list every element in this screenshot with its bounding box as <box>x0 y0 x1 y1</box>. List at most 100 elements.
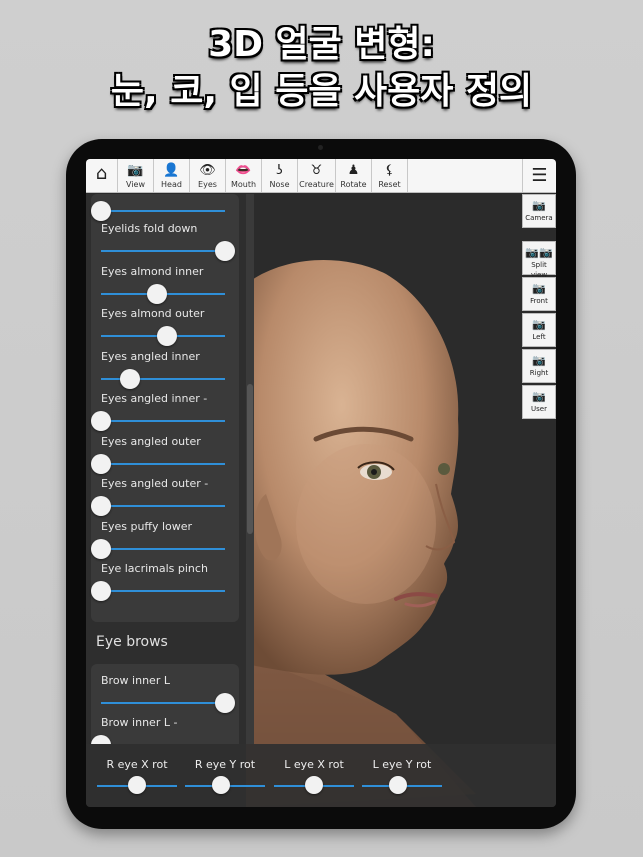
slider-track[interactable] <box>101 547 225 550</box>
reset-icon: ⚸ <box>384 163 395 178</box>
slider-label: Eyes almond outer <box>101 307 205 320</box>
home-icon: ⌂ <box>95 163 108 184</box>
slider-row[interactable]: Eyelids fold down <box>91 222 239 264</box>
slider-row[interactable]: Brow inner L - <box>91 716 239 744</box>
slider-thumb[interactable] <box>91 538 111 559</box>
slider-label: Eye lacrimals pinch <box>101 562 208 575</box>
eye-icon: 👁 <box>199 163 216 178</box>
view-button-left[interactable]: 📷 Left <box>522 313 556 347</box>
toolbar-button-view[interactable]: 📷 View <box>118 159 154 192</box>
lips-icon: 👄 <box>235 163 252 178</box>
toolbar-button-label: Nose <box>269 180 290 189</box>
slider-row[interactable]: Eyes puffy lower <box>91 520 239 562</box>
slider-thumb[interactable] <box>215 241 235 261</box>
slider-track[interactable] <box>101 210 225 212</box>
eyes-slider-card: Eyelids fold down Eyes almond inner Eyes a… <box>91 194 239 622</box>
head-model <box>246 260 476 807</box>
toolbar-button-nose[interactable]: ʖ Nose <box>262 159 298 192</box>
eye-rotation-slider[interactable]: L eye Y rot <box>359 744 445 807</box>
slider-track[interactable] <box>101 462 225 465</box>
rotate-icon: ♟ <box>347 163 360 178</box>
slider-track[interactable] <box>101 420 225 422</box>
menu-button[interactable]: ☰ <box>522 159 556 192</box>
view-button-label: Camera <box>525 214 553 222</box>
view-button-right[interactable]: 📷 Right <box>522 349 556 383</box>
toolbar-button-label: Mouth <box>230 180 257 189</box>
eyebrows-section-title: Eye brows <box>96 634 168 650</box>
eyebrows-slider-card: Brow inner L Brow inner L - <box>91 664 239 744</box>
view-button-front[interactable]: 📷 Front <box>522 277 556 311</box>
slider-thumb[interactable] <box>91 201 111 221</box>
slider-row[interactable]: Brow inner L <box>91 674 239 716</box>
eye-rotation-slider[interactable]: R eye Y rot <box>182 744 268 807</box>
toolbar-button-eyes[interactable]: 👁 Eyes <box>190 159 226 192</box>
morph-panel[interactable]: Eyelids fold down Eyes almond inner Eyes a… <box>86 194 246 744</box>
slider-thumb[interactable] <box>215 693 235 713</box>
slider-thumb[interactable] <box>156 326 177 346</box>
slider-thumb[interactable] <box>146 283 167 304</box>
slider-thumb[interactable] <box>91 453 111 474</box>
slider-row[interactable]: Eye lacrimals pinch <box>91 562 239 604</box>
panel-scrollbar[interactable] <box>246 194 254 744</box>
camera-icon: 📷 <box>532 199 546 212</box>
slider-row[interactable]: Eyes angled outer - <box>91 477 239 519</box>
eye-rotation-slider[interactable]: R eye X rot <box>94 744 180 807</box>
slider-label: Eyes puffy lower <box>101 519 193 533</box>
head-icon: 👤 <box>163 163 180 178</box>
toolbar-button-head[interactable]: 👤 Head <box>154 159 190 192</box>
slider-track[interactable] <box>101 702 225 704</box>
view-button-label: User <box>531 405 547 413</box>
view-button-split-view[interactable]: 📷📷 Split view <box>522 241 556 279</box>
split-camera-icon: 📷📷 <box>525 246 553 259</box>
slider-thumb[interactable] <box>128 776 146 794</box>
slider-thumb[interactable] <box>91 496 111 516</box>
eye-rotation-slider[interactable]: L eye X rot <box>271 744 357 807</box>
slider-label: Eyes angled outer - <box>101 477 209 490</box>
top-toolbar: ⌂ 📷 View 👤 Head 👁 Eyes 👄 Mouth ʖ Nose ♉ Creature ♟ Ro… <box>86 159 556 193</box>
home-button[interactable]: ⌂ <box>86 159 118 192</box>
slider-row[interactable]: Eyes almond inner <box>91 265 239 307</box>
slider-thumb[interactable] <box>119 368 140 389</box>
hamburger-menu-icon: ☰ <box>531 165 548 186</box>
headline-line-2: 눈, 코, 입 등을 사용자 정의 <box>110 71 533 112</box>
slider-label: R eye X rot <box>106 758 168 771</box>
view-button-camera[interactable]: 📷 Camera <box>522 194 556 228</box>
slider-track[interactable] <box>101 250 225 252</box>
view-button-label: Right <box>529 369 549 377</box>
app-screen: 📷 Camera 📷📷 Split view 📷 Front 📷 Left 📷 … <box>86 159 556 807</box>
3d-viewport[interactable] <box>246 194 556 807</box>
camera-icon: 📷 <box>532 282 546 295</box>
toolbar-button-rotate[interactable]: ♟ Rotate <box>336 159 372 192</box>
slider-label: L eye X rot <box>284 758 344 771</box>
slider-row[interactable]: Eyes angled outer <box>91 435 239 477</box>
slider-thumb[interactable] <box>212 776 230 794</box>
slider-thumb[interactable] <box>91 735 111 744</box>
tablet-device: 📷 Camera 📷📷 Split view 📷 Front 📷 Left 📷 … <box>66 139 576 829</box>
toolbar-button-mouth[interactable]: 👄 Mouth <box>226 159 262 192</box>
toolbar-button-creature[interactable]: ♉ Creature <box>298 159 336 192</box>
nose-icon: ʖ <box>276 163 283 178</box>
slider-track[interactable] <box>101 590 225 592</box>
slider-track[interactable] <box>101 505 225 507</box>
slider-label: Eyes almond inner <box>101 264 204 278</box>
slider-label: L eye Y rot <box>372 758 432 771</box>
slider-row[interactable]: Eyes angled inner - <box>91 392 239 434</box>
slider-label: Brow inner L <box>101 674 170 687</box>
slider-row[interactable]: Eyes angled inner <box>91 350 239 392</box>
toolbar-button-reset[interactable]: ⚸ Reset <box>372 159 408 192</box>
slider-label: Brow inner L - <box>101 716 178 729</box>
toolbar-button-label: Eyes <box>198 180 217 189</box>
view-button-user[interactable]: 📷 User <box>522 385 556 419</box>
slider-thumb[interactable] <box>91 411 111 431</box>
eye-rotation-bar: R eye X rot R eye Y rot L eye X rot L eye Y… <box>86 744 556 807</box>
slider-label: Eyes angled outer <box>101 434 201 448</box>
slider-thumb[interactable] <box>389 776 407 794</box>
creature-icon: ♉ <box>310 163 323 178</box>
headline: 3D 얼굴 변형: 눈, 코, 입 등을 사용자 정의 <box>0 22 643 116</box>
slider-thumb[interactable] <box>91 581 111 601</box>
scrollbar-thumb[interactable] <box>247 384 253 534</box>
camera-icon: 📷 <box>127 163 144 178</box>
slider-row[interactable]: Eyes almond outer <box>91 307 239 349</box>
slider-thumb[interactable] <box>305 776 323 794</box>
toolbar-button-label: Reset <box>378 180 401 189</box>
